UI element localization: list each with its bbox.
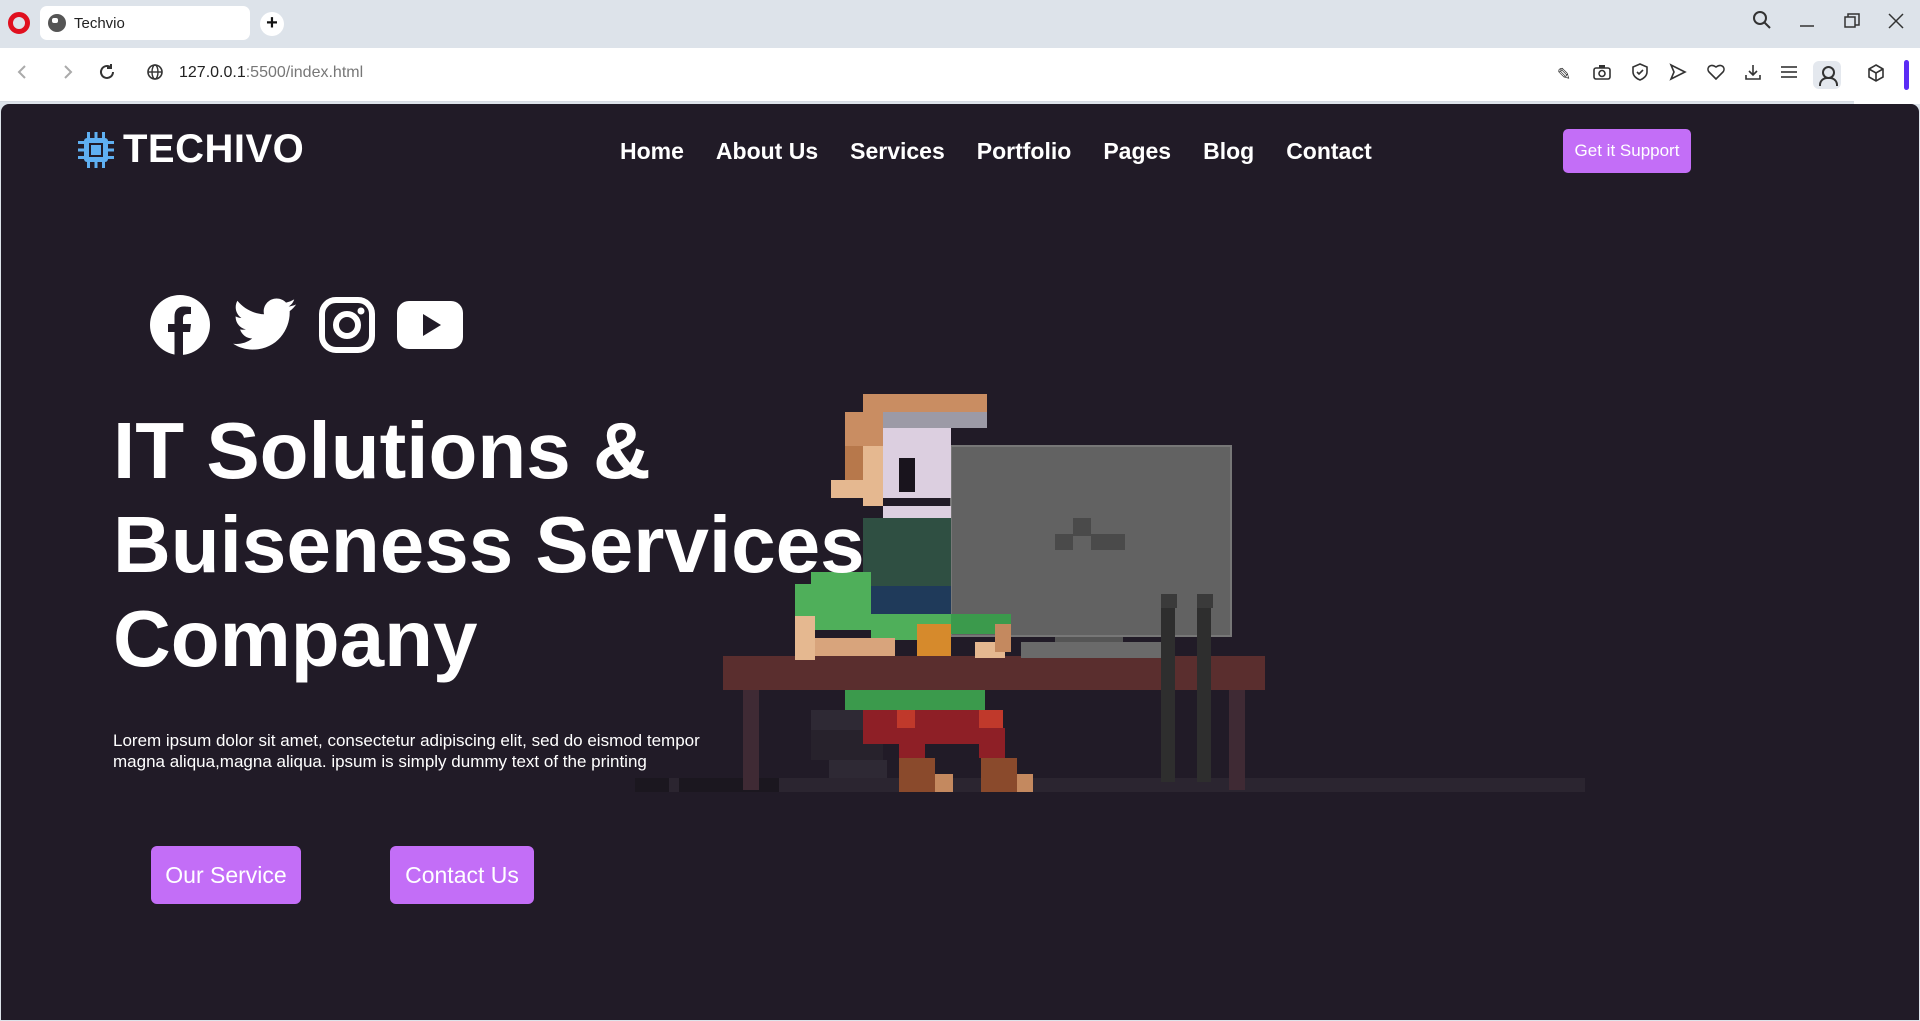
profile-icon[interactable] (1813, 61, 1841, 89)
send-icon[interactable] (1666, 63, 1690, 87)
address-bar: 127.0.0.1:5500/index.html ✎ (0, 48, 1920, 102)
main-nav: Home About Us Services Portfolio Pages B… (620, 138, 1404, 165)
extensions-cube-icon[interactable] (1864, 64, 1888, 88)
nav-blog[interactable]: Blog (1203, 138, 1254, 165)
get-support-button[interactable]: Get it Support (1563, 129, 1691, 173)
tab-title: Techvio (74, 14, 125, 32)
search-icon[interactable] (1748, 10, 1776, 38)
globe-icon (48, 14, 66, 32)
social-links (149, 294, 485, 361)
brand-name: TECHIVO (123, 127, 305, 171)
reload-icon[interactable] (93, 61, 121, 89)
browser-tab[interactable]: Techvio (40, 6, 250, 40)
forward-icon[interactable] (54, 61, 82, 89)
url-path: :5500/index.html (245, 64, 364, 81)
youtube-icon[interactable] (397, 301, 463, 354)
easy-setup-icon[interactable] (1777, 63, 1801, 87)
back-icon[interactable] (8, 61, 36, 89)
nav-pages[interactable]: Pages (1103, 138, 1171, 165)
url-field[interactable]: 127.0.0.1:5500/index.html (179, 64, 363, 82)
nav-portfolio[interactable]: Portfolio (977, 138, 1072, 165)
minimize-icon[interactable] (1793, 10, 1821, 38)
contact-us-button[interactable]: Contact Us (390, 846, 534, 904)
shield-icon[interactable] (1628, 63, 1652, 87)
edit-icon[interactable]: ✎ (1552, 63, 1576, 87)
download-icon[interactable] (1741, 63, 1765, 87)
hero-title: IT Solutions & Buiseness Services Compan… (113, 404, 1013, 686)
chip-icon (78, 131, 114, 168)
hero-description-line-2: magna aliqua,magna aliqua. ipsum is simp… (113, 752, 647, 771)
hero-title-line-1: IT Solutions & (113, 406, 651, 495)
sidebar-indicator[interactable] (1904, 60, 1909, 90)
opera-logo-icon[interactable] (8, 12, 30, 34)
instagram-icon[interactable] (319, 297, 375, 358)
page-viewport: TECHIVO Home About Us Services Portfolio… (1, 104, 1919, 1020)
hero-title-line-3: Company (113, 594, 478, 683)
nav-contact[interactable]: Contact (1286, 138, 1372, 165)
site-info-icon[interactable] (141, 61, 169, 89)
browser-tab-bar: Techvio + (0, 0, 1920, 48)
our-service-button[interactable]: Our Service (151, 846, 301, 904)
heart-icon[interactable] (1704, 63, 1728, 87)
nav-home[interactable]: Home (620, 138, 684, 165)
nav-about-us[interactable]: About Us (716, 138, 818, 165)
twitter-icon[interactable] (233, 298, 297, 357)
browser-sidebar (1854, 50, 1920, 104)
site-logo[interactable]: TECHIVO (75, 127, 304, 172)
restore-icon[interactable] (1838, 10, 1866, 38)
camera-icon[interactable] (1590, 63, 1614, 87)
hero-description-line-1: Lorem ipsum dolor sit amet, consectetur … (113, 731, 700, 750)
hero-title-line-2: Buiseness Services (113, 500, 865, 589)
facebook-icon[interactable] (149, 294, 211, 361)
close-icon[interactable] (1882, 10, 1910, 38)
url-host: 127.0.0.1 (179, 64, 246, 81)
nav-services[interactable]: Services (850, 138, 945, 165)
new-tab-button[interactable]: + (260, 12, 284, 36)
